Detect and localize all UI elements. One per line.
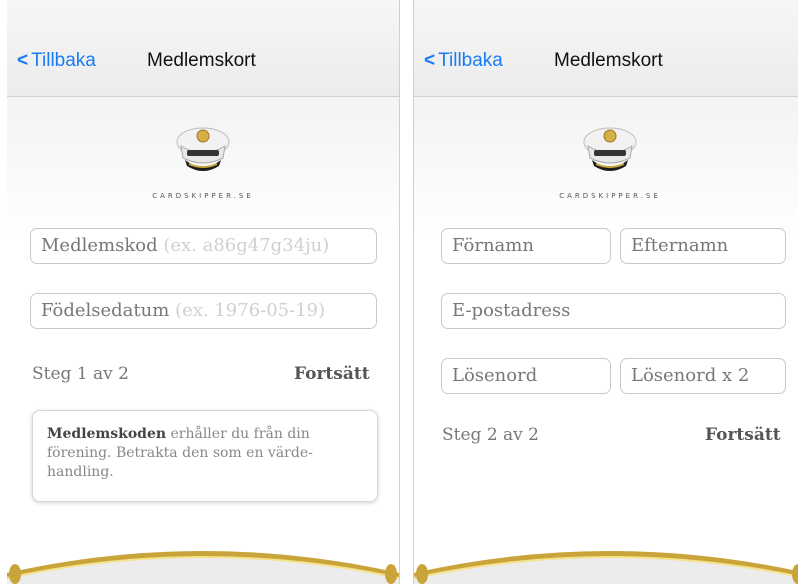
logo-text: CARDSKIPPER.SE [152,192,254,200]
logo: CARDSKIPPER.SE [414,120,798,200]
continue-button[interactable]: Fortsätt [294,364,370,384]
first-name-label: Förnamn [452,235,534,256]
password-input[interactable]: Lösenord [441,358,611,394]
back-label: Tillbaka [438,50,503,71]
navigation-bar: < Tillbaka Medlemskort [7,0,399,97]
captain-hat-icon [176,127,230,171]
info-bold-text: Medlemskoden [47,426,167,442]
last-name-input[interactable]: Efternamn [620,228,786,264]
membership-code-label: Medlemskod [41,235,158,256]
birthdate-placeholder: (ex. 1976-05-19) [175,300,326,321]
step-indicator: Steg 1 av 2 [32,364,130,384]
password-repeat-input[interactable]: Lösenord x 2 [620,358,786,394]
password-repeat-label: Lösenord x 2 [631,365,750,386]
screen-step-2: < Tillbaka Medlemskort CARDSKIPPER.SE För… [413,0,798,584]
logo-text: CARDSKIPPER.SE [559,192,661,200]
page-title: Medlemskort [147,50,256,71]
captain-hat-icon [583,127,637,171]
membership-code-placeholder: (ex. a86g47g34ju) [163,235,330,256]
step-indicator: Steg 2 av 2 [442,425,540,445]
chevron-left-icon: < [17,50,29,71]
chevron-left-icon: < [424,50,436,71]
birthdate-label: Födelsedatum [41,300,170,321]
email-label: E-postadress [452,300,571,321]
last-name-label: Efternamn [631,235,729,256]
membership-code-input[interactable]: Medlemskod (ex. a86g47g34ju) [30,228,377,264]
screen-step-1: < Tillbaka Medlemskort CARDSKIPPER.SE Med… [7,0,400,584]
password-label: Lösenord [452,365,538,386]
navigation-bar: < Tillbaka Medlemskort [414,0,798,97]
birthdate-input[interactable]: Födelsedatum (ex. 1976-05-19) [30,293,377,329]
first-name-input[interactable]: Förnamn [441,228,611,264]
back-label: Tillbaka [31,50,96,71]
continue-button[interactable]: Fortsätt [705,425,781,445]
page-title: Medlemskort [554,50,663,71]
info-box: Medlemskoden erhåller du från din föreni… [32,410,378,502]
gold-decoration [7,551,399,584]
logo: CARDSKIPPER.SE [7,120,399,200]
back-button[interactable]: < Tillbaka [424,50,503,72]
back-button[interactable]: < Tillbaka [17,50,96,72]
email-input[interactable]: E-postadress [441,293,786,329]
gold-decoration [414,551,798,584]
